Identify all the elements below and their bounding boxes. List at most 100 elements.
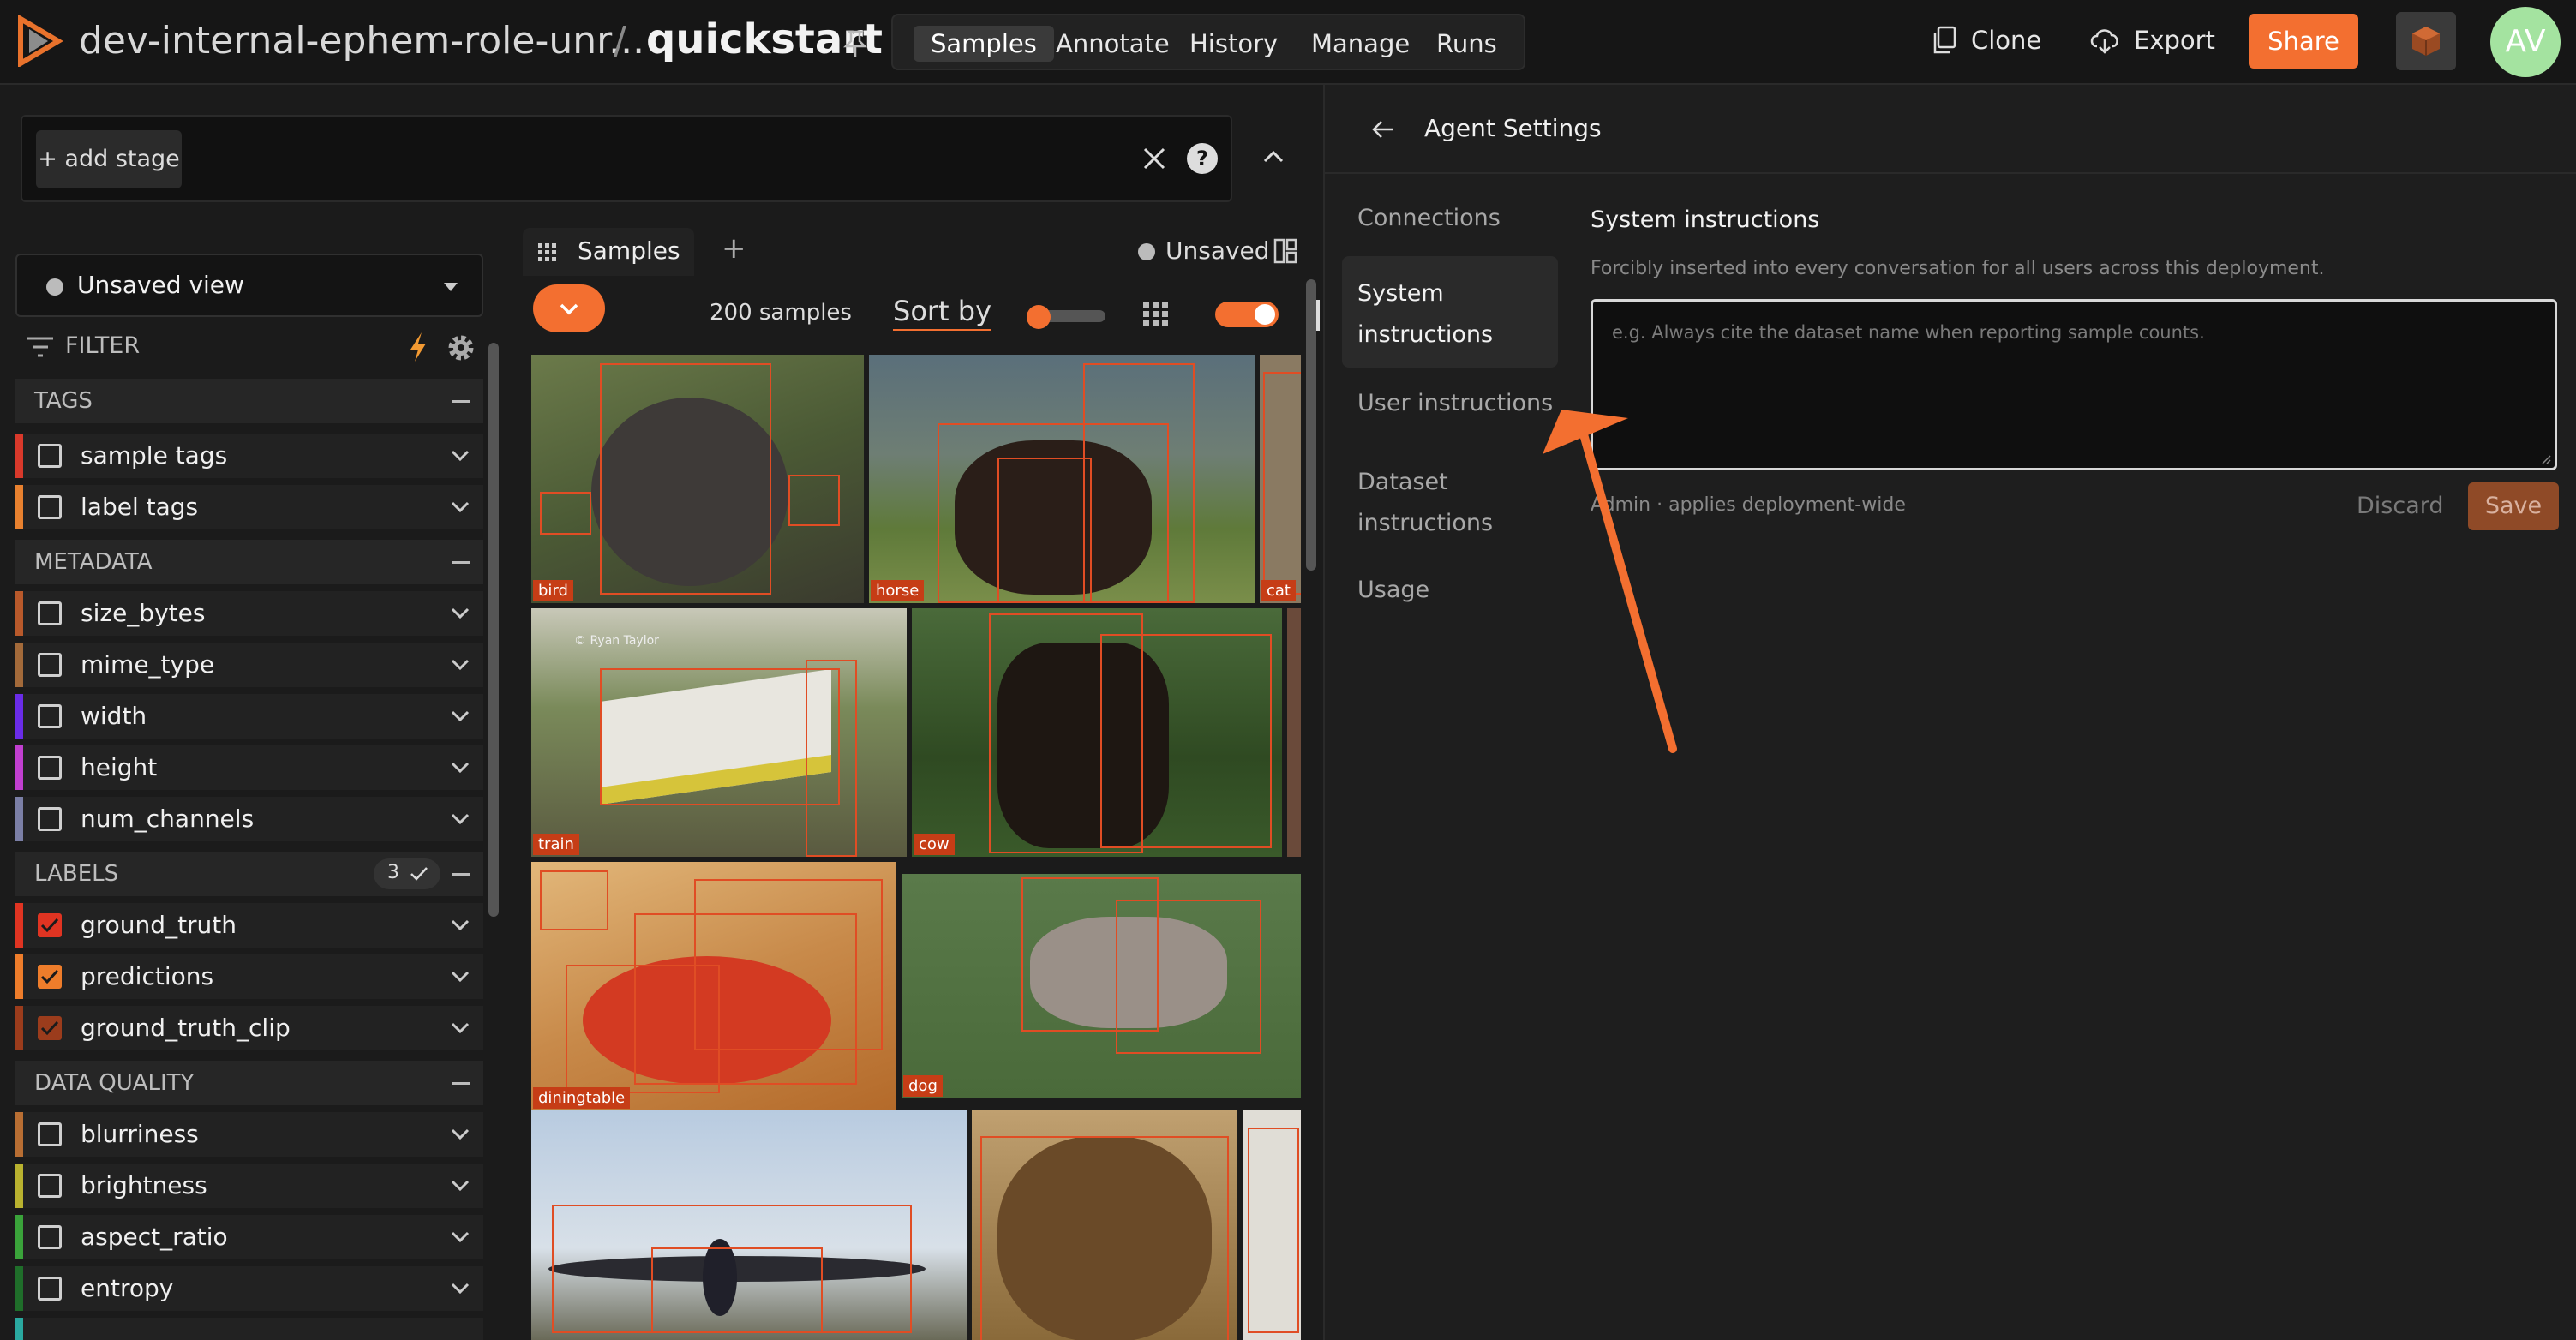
- field-brightness[interactable]: brightness: [15, 1164, 483, 1208]
- sidebar-scrollbar[interactable]: [488, 343, 499, 917]
- chevron-down-icon[interactable]: [449, 497, 471, 516]
- sample-thumbnail[interactable]: horse: [869, 355, 1255, 603]
- settings-nav-system-instructions[interactable]: System instructions: [1342, 256, 1558, 368]
- field-checkbox[interactable]: [38, 1174, 62, 1198]
- field-label-tags[interactable]: label tags: [15, 485, 483, 529]
- add-panel-icon[interactable]: +: [722, 231, 746, 266]
- add-stage-button[interactable]: + add stage: [36, 130, 182, 188]
- collapse-icon[interactable]: [452, 561, 470, 564]
- chevron-down-icon[interactable]: [449, 655, 471, 673]
- save-button[interactable]: Save: [2468, 482, 2559, 530]
- chevron-down-icon[interactable]: [449, 757, 471, 776]
- toggle-switch[interactable]: [1215, 302, 1279, 327]
- pin-icon[interactable]: [842, 29, 869, 60]
- field-checkbox-checked[interactable]: [38, 913, 62, 937]
- settings-nav-user-instructions[interactable]: User instructions: [1357, 390, 1553, 416]
- field-ground-truth-clip[interactable]: ground_truth_clip: [15, 1006, 483, 1050]
- field-predictions[interactable]: predictions: [15, 954, 483, 999]
- clone-button[interactable]: Clone: [1971, 26, 2041, 55]
- field-aspect-ratio[interactable]: aspect_ratio: [15, 1215, 483, 1259]
- chevron-down-icon[interactable]: [449, 966, 471, 985]
- field-checkbox[interactable]: [38, 1277, 62, 1301]
- tab-history[interactable]: History: [1172, 26, 1295, 62]
- sample-thumbnail[interactable]: cow: [912, 608, 1282, 857]
- settings-nav-connections[interactable]: Connections: [1357, 205, 1501, 231]
- field-partial[interactable]: [15, 1318, 483, 1340]
- chevron-down-icon[interactable]: [449, 1278, 471, 1297]
- gear-icon[interactable]: [446, 332, 476, 363]
- field-checkbox[interactable]: [38, 653, 62, 677]
- field-checkbox-checked[interactable]: [38, 1016, 62, 1040]
- clone-icon[interactable]: [1932, 26, 1957, 55]
- section-metadata[interactable]: METADATA: [15, 540, 483, 584]
- field-checkbox[interactable]: [38, 1122, 62, 1146]
- chevron-down-icon[interactable]: [449, 1227, 471, 1246]
- sample-thumbnail[interactable]: [531, 1110, 967, 1340]
- zoom-slider[interactable]: [1027, 305, 1105, 329]
- chevron-down-icon[interactable]: [449, 1175, 471, 1194]
- lightning-icon[interactable]: [408, 331, 428, 363]
- avatar[interactable]: AV: [2490, 7, 2561, 77]
- section-tags[interactable]: TAGS: [15, 379, 483, 423]
- resize-handle-icon[interactable]: [2537, 451, 2551, 464]
- tab-samples-panel[interactable]: Samples: [523, 228, 694, 276]
- dataset-path[interactable]: dev-internal-ephem-role-unr...: [79, 19, 644, 63]
- field-checkbox[interactable]: [38, 807, 62, 831]
- field-height[interactable]: height: [15, 745, 483, 790]
- sample-thumbnail[interactable]: dog: [902, 874, 1301, 1098]
- field-checkbox[interactable]: [38, 704, 62, 728]
- share-button[interactable]: Share: [2249, 14, 2358, 69]
- layout-icon[interactable]: [1273, 238, 1297, 264]
- app-logo-icon[interactable]: [15, 15, 63, 67]
- help-icon[interactable]: ?: [1186, 142, 1219, 175]
- sample-thumbnail[interactable]: [1287, 608, 1301, 857]
- field-blurriness[interactable]: blurriness: [15, 1112, 483, 1157]
- sample-thumbnail[interactable]: diningtable: [531, 862, 896, 1110]
- field-checkbox-checked[interactable]: [38, 965, 62, 989]
- field-checkbox[interactable]: [38, 1225, 62, 1249]
- field-num-channels[interactable]: num_channels: [15, 797, 483, 841]
- actions-toggle-button[interactable]: [533, 284, 605, 332]
- chevron-down-icon[interactable]: [449, 915, 471, 934]
- grid-scrollbar[interactable]: [1306, 279, 1316, 571]
- sort-by-select[interactable]: Sort by: [893, 295, 992, 331]
- sample-thumbnail[interactable]: © Ryan Taylor train: [531, 608, 907, 857]
- settings-nav-dataset-instructions[interactable]: Dataset instructions: [1357, 462, 1493, 544]
- collapse-icon[interactable]: [452, 1082, 470, 1085]
- sample-thumbnail[interactable]: [1243, 1110, 1301, 1340]
- field-size-bytes[interactable]: size_bytes: [15, 591, 483, 636]
- close-icon[interactable]: [1141, 146, 1167, 171]
- chevron-down-icon[interactable]: [449, 706, 471, 725]
- cloud-download-icon[interactable]: [2089, 26, 2120, 55]
- field-ground-truth[interactable]: ground_truth: [15, 903, 483, 948]
- chevron-down-icon[interactable]: [449, 1018, 471, 1037]
- sample-thumbnail[interactable]: [972, 1110, 1237, 1340]
- collapse-icon[interactable]: [452, 873, 470, 876]
- zoom-slider-handle[interactable]: [1027, 305, 1051, 329]
- tab-runs[interactable]: Runs: [1419, 26, 1514, 62]
- field-checkbox[interactable]: [38, 601, 62, 625]
- section-data-quality[interactable]: DATA QUALITY: [15, 1061, 483, 1105]
- collapse-icon[interactable]: [452, 400, 470, 403]
- back-arrow-icon[interactable]: [1371, 119, 1395, 140]
- grid-size-icon[interactable]: [1143, 302, 1169, 327]
- discard-button[interactable]: Discard: [2357, 493, 2444, 519]
- chevron-up-icon[interactable]: [1261, 147, 1285, 165]
- field-width[interactable]: width: [15, 694, 483, 739]
- field-entropy[interactable]: entropy: [15, 1266, 483, 1311]
- field-checkbox[interactable]: [38, 756, 62, 780]
- export-button[interactable]: Export: [2134, 26, 2215, 55]
- chevron-down-icon[interactable]: [449, 1124, 471, 1143]
- chevron-down-icon[interactable]: [449, 809, 471, 828]
- system-instructions-textarea[interactable]: e.g. Always cite the dataset name when r…: [1591, 299, 2557, 470]
- tab-annotate[interactable]: Annotate: [1039, 26, 1187, 62]
- settings-nav-usage[interactable]: Usage: [1357, 577, 1429, 603]
- tab-samples[interactable]: Samples: [914, 26, 1054, 62]
- field-checkbox[interactable]: [38, 495, 62, 519]
- saved-view-select[interactable]: Unsaved view: [15, 254, 483, 317]
- cube-button[interactable]: [2396, 12, 2456, 70]
- chevron-down-icon[interactable]: [449, 446, 471, 464]
- labels-count-badge[interactable]: 3: [374, 858, 440, 889]
- sample-thumbnail[interactable]: bird: [531, 355, 864, 603]
- field-mime-type[interactable]: mime_type: [15, 643, 483, 687]
